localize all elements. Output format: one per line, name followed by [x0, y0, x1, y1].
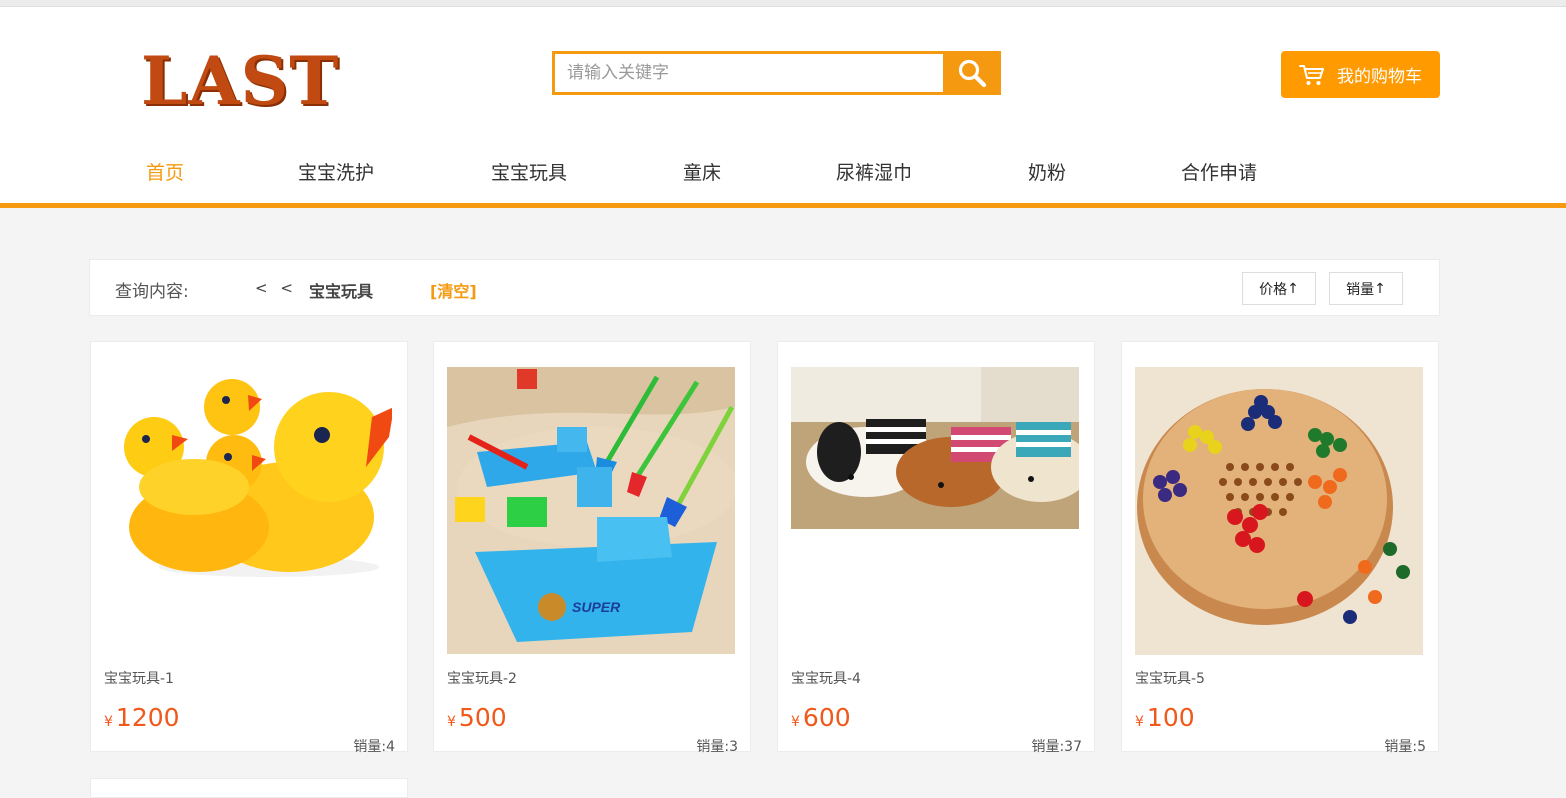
nav-item-baby-care[interactable]: 宝宝洗护 [298, 158, 374, 185]
filter-bar: 查询内容: < < 宝宝玩具 [清空] 价格 ↑ 销量 ↑ [89, 259, 1440, 316]
currency-symbol: ¥ [447, 714, 456, 730]
filter-back-link[interactable]: < < [255, 279, 297, 297]
product-price-value: 600 [802, 703, 851, 732]
product-sales: 销量:37 [1031, 739, 1082, 755]
svg-text:SUPER: SUPER [572, 599, 621, 615]
currency-symbol: ¥ [791, 714, 800, 730]
currency-symbol: ¥ [104, 714, 113, 730]
nav-item-milk-powder[interactable]: 奶粉 [1028, 158, 1066, 185]
filter-clear-link[interactable]: [清空] [430, 278, 477, 302]
product-name[interactable]: 宝宝玩具-5 [1135, 668, 1205, 688]
product-name[interactable]: 宝宝玩具-2 [447, 668, 517, 688]
product-image-rubber-ducks[interactable] [104, 367, 392, 579]
product-price: ¥1200 [104, 703, 180, 732]
search-icon [958, 59, 987, 88]
search-button[interactable] [943, 51, 1001, 95]
product-image-beach-toys[interactable]: SUPER [447, 367, 735, 654]
sort-sales-arrow-icon: ↑ [1374, 280, 1386, 297]
product-name[interactable]: 宝宝玩具-1 [104, 668, 174, 688]
product-price-value: 1200 [115, 703, 180, 732]
cart-icon [1299, 64, 1324, 85]
product-card[interactable]: SUPER 宝宝玩具-2 ¥500 销量:3 [433, 341, 751, 755]
product-price-value: 100 [1146, 703, 1195, 732]
product-image-plush-dogs[interactable] [791, 367, 1079, 529]
search-box [552, 51, 1001, 95]
sort-price-label: 价格 [1259, 281, 1288, 298]
product-card[interactable]: 宝宝玩具-5 ¥100 销量:5 [1121, 341, 1439, 755]
product-price: ¥100 [1135, 703, 1195, 732]
sort-price-button[interactable]: 价格 ↑ [1242, 272, 1316, 305]
product-card[interactable]: 宝宝玩具-4 ¥600 销量:37 [777, 341, 1095, 755]
sort-sales-button[interactable]: 销量 ↑ [1329, 272, 1403, 305]
product-image-chinese-checkers[interactable] [1135, 367, 1423, 655]
product-card-partial[interactable] [90, 778, 408, 798]
product-sales: 销量:4 [353, 739, 395, 755]
search-input[interactable] [555, 54, 945, 92]
product-name[interactable]: 宝宝玩具-4 [791, 668, 861, 688]
currency-symbol: ¥ [1135, 714, 1144, 730]
cart-label: 我的购物车 [1337, 67, 1422, 87]
product-card[interactable]: 宝宝玩具-1 ¥1200 销量:4 [90, 341, 408, 755]
product-price-value: 500 [458, 703, 507, 732]
sort-sales-label: 销量 [1346, 281, 1375, 298]
cart-button[interactable]: 我的购物车 [1281, 51, 1440, 98]
filter-category: 宝宝玩具 [309, 282, 374, 301]
sort-price-arrow-icon: ↑ [1287, 280, 1299, 297]
nav-item-cooperation[interactable]: 合作申请 [1181, 158, 1257, 185]
main-nav: 首页 宝宝洗护 宝宝玩具 童床 尿裤湿巾 奶粉 合作申请 [0, 150, 1566, 196]
nav-item-crib[interactable]: 童床 [683, 158, 721, 185]
site-logo[interactable]: LAST [141, 47, 356, 115]
nav-item-baby-toys[interactable]: 宝宝玩具 [491, 158, 567, 185]
browser-top-edge [0, 0, 1566, 7]
product-sales: 销量:5 [1384, 739, 1426, 755]
nav-item-home[interactable]: 首页 [146, 158, 184, 185]
product-price: ¥600 [791, 703, 851, 732]
product-sales: 销量:3 [696, 739, 738, 755]
nav-item-diapers-wipes[interactable]: 尿裤湿巾 [836, 158, 912, 185]
product-price: ¥500 [447, 703, 507, 732]
nav-underline [0, 203, 1566, 208]
filter-label: 查询内容: [115, 282, 189, 302]
